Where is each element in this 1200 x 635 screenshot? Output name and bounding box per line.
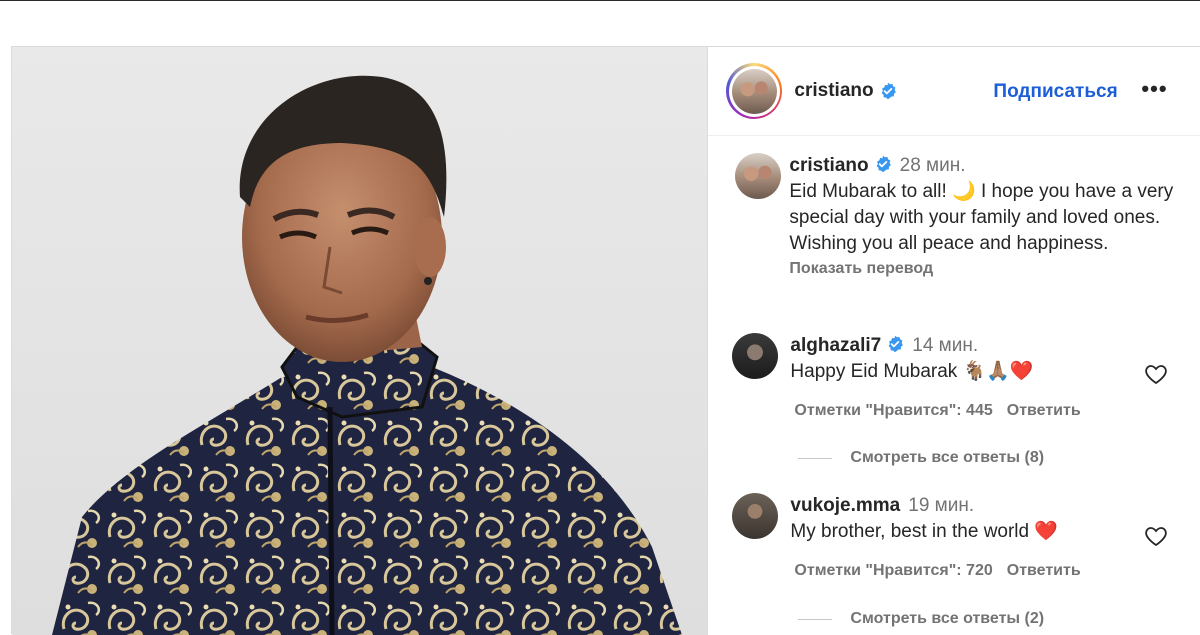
view-replies-label[interactable]: Смотреть все ответы (8) (850, 449, 1044, 467)
comment-username[interactable]: alghazali7 (790, 335, 881, 356)
comment-actions: Отметки "Нравится": 445 Ответить (794, 402, 1172, 420)
window-top-border (0, 0, 1200, 1)
comment-likes[interactable]: Отметки "Нравится": 445 (794, 402, 992, 419)
follow-button[interactable]: Подписаться (993, 81, 1117, 103)
post-dialog: cristiano Подписаться ••• cristiano 28 м… (11, 46, 1200, 635)
comment-actions: Отметки "Нравится": 720 Ответить (794, 562, 1172, 580)
caption-username[interactable]: cristiano (789, 155, 868, 176)
author-avatar[interactable] (731, 68, 777, 114)
header-username[interactable]: cristiano (794, 80, 873, 102)
comment-time[interactable]: 14 мин. (912, 335, 978, 356)
comment-username[interactable]: vukoje.mma (790, 495, 900, 516)
reply-button[interactable]: Ответить (1007, 562, 1081, 579)
story-ring[interactable] (726, 63, 783, 119)
replies-divider (798, 618, 833, 620)
view-replies-button[interactable]: Смотреть все ответы (2) (798, 610, 1044, 628)
post-caption: cristiano 28 мин. Eid Mubarak to all! 🌙 … (735, 153, 1185, 278)
show-translation-link[interactable]: Показать перевод (789, 260, 1185, 278)
post-photo-illustration (52, 75, 682, 635)
post-photo[interactable] (12, 47, 708, 635)
comment-avatar[interactable] (732, 493, 779, 539)
caption-avatar[interactable] (735, 153, 782, 199)
verified-badge-icon (888, 335, 904, 353)
more-options-icon[interactable]: ••• (1141, 76, 1167, 102)
comment-item: alghazali7 14 мин. Happy Eid Mubarak 🐐🙏🏽… (732, 333, 1172, 420)
comment-item: vukoje.mma 19 мин. My brother, best in th… (732, 493, 1172, 580)
post-sidebar: cristiano Подписаться ••• cristiano 28 м… (707, 47, 1200, 635)
verified-badge-icon (881, 82, 896, 100)
post-header: cristiano Подписаться ••• (708, 47, 1200, 136)
comment-likes[interactable]: Отметки "Нравится": 720 (794, 562, 992, 579)
heart-icon[interactable] (1144, 362, 1168, 386)
comment-text: Happy Eid Mubarak 🐐🙏🏽❤️ (790, 361, 1034, 382)
replies-divider (798, 457, 833, 459)
view-replies-label[interactable]: Смотреть все ответы (2) (850, 610, 1044, 628)
heart-icon[interactable] (1144, 524, 1168, 548)
reply-button[interactable]: Ответить (1007, 402, 1081, 419)
view-replies-button[interactable]: Смотреть все ответы (8) (798, 449, 1044, 467)
verified-badge-icon (876, 155, 891, 173)
caption-text: Eid Mubarak to all! 🌙 I hope you have a … (789, 181, 1174, 254)
comment-avatar[interactable] (732, 333, 779, 379)
comment-time[interactable]: 19 мин. (908, 495, 974, 516)
comment-text: My brother, best in the world ❤️ (790, 521, 1059, 542)
caption-time[interactable]: 28 мин. (900, 155, 966, 176)
